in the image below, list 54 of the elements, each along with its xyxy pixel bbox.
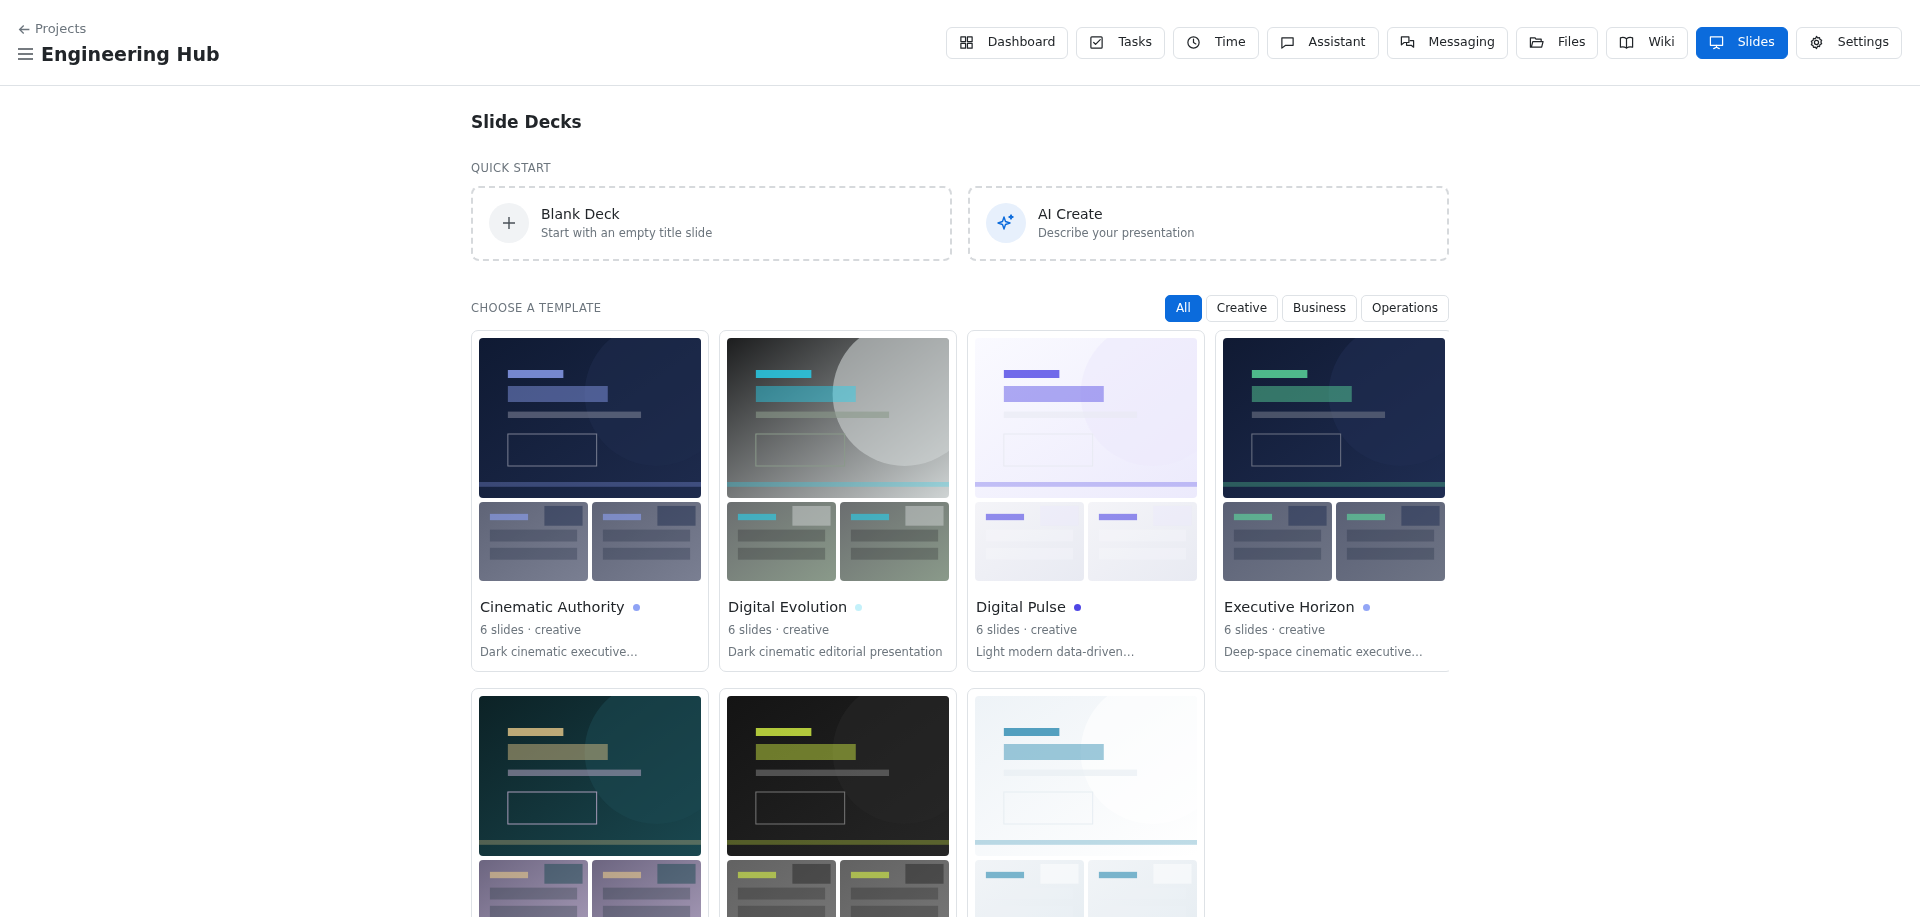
nav-tab[interactable]: Slides: [1695, 26, 1788, 59]
template-card[interactable]: Executive Horizon 6 slides · creative Deep-space cinematic executive…: [1215, 329, 1449, 672]
template-meta: 6 slides · creative: [480, 622, 583, 640]
template-card[interactable]: [471, 687, 709, 917]
filter-button[interactable]: Creative: [1205, 294, 1279, 322]
app-title: Engineering Hub: [41, 42, 220, 66]
template-name: Executive Horizon: [1224, 597, 1355, 617]
nav-tab[interactable]: Settings: [1795, 26, 1902, 59]
nav-tab[interactable]: Messaging: [1386, 26, 1508, 59]
gear-icon: [1808, 35, 1824, 50]
ai-create-card[interactable]: AI Create Describe your presentation: [968, 185, 1449, 261]
nav-tab[interactable]: Wiki: [1606, 26, 1688, 59]
plus-icon: [501, 215, 517, 232]
chat-icon: [1279, 35, 1295, 50]
template-description: Light modern data-driven…: [976, 643, 1136, 661]
card-title: Blank Deck: [541, 205, 621, 224]
template-card[interactable]: Cinematic Authority 6 slides · creative Dark cinematic executive…: [471, 329, 709, 672]
nav-tab[interactable]: Dashboard: [945, 26, 1069, 59]
book-icon: [1619, 35, 1635, 50]
section-heading: CHOOSE A TEMPLATE: [471, 299, 602, 317]
clock-icon: [1186, 35, 1201, 50]
nav-tab[interactable]: Files: [1515, 26, 1599, 59]
nav-tab[interactable]: Tasks: [1076, 26, 1165, 59]
template-description: Dark cinematic editorial presentation: [728, 643, 944, 661]
back-arrow-icon: [18, 22, 31, 36]
section-heading: QUICK START: [471, 160, 552, 178]
nav-tab[interactable]: Assistant: [1266, 26, 1379, 59]
template-name: Digital Pulse: [976, 597, 1066, 617]
template-name: Cinematic Authority: [480, 597, 625, 617]
template-card[interactable]: Digital Evolution 6 slides · creative Dark cinematic editorial presentation: [719, 329, 957, 672]
filter-button[interactable]: Business: [1282, 294, 1357, 322]
template-meta: 6 slides · creative: [728, 622, 831, 640]
card-title: AI Create: [1038, 205, 1104, 224]
chats-icon: [1399, 35, 1415, 50]
page-title: Slide Decks: [471, 112, 583, 133]
template-card[interactable]: Digital Pulse 6 slides · creative Light modern data-driven…: [967, 329, 1205, 672]
template-description: Deep-space cinematic executive…: [1224, 643, 1424, 661]
nav-tab[interactable]: Time: [1173, 26, 1259, 59]
card-subtitle: Describe your presentation: [1038, 225, 1195, 242]
card-subtitle: Start with an empty title slide: [541, 225, 713, 242]
grid-icon: [958, 35, 974, 50]
template-card[interactable]: [719, 687, 957, 917]
template-name: Digital Evolution: [728, 597, 848, 617]
filter-button[interactable]: Operations: [1361, 294, 1449, 322]
filter-button[interactable]: All: [1164, 294, 1202, 322]
folder-icon: [1528, 35, 1544, 50]
template-meta: 6 slides · creative: [976, 622, 1079, 640]
presentation-icon: [1708, 35, 1724, 50]
back-link[interactable]: Projects: [18, 19, 220, 39]
menu-icon[interactable]: [18, 48, 33, 61]
blank-deck-card[interactable]: Blank Deck Start with an empty title slide: [471, 185, 952, 261]
template-description: Dark cinematic executive…: [480, 643, 639, 661]
template-meta: 6 slides · creative: [1224, 622, 1327, 640]
checkbox-icon: [1089, 35, 1105, 50]
